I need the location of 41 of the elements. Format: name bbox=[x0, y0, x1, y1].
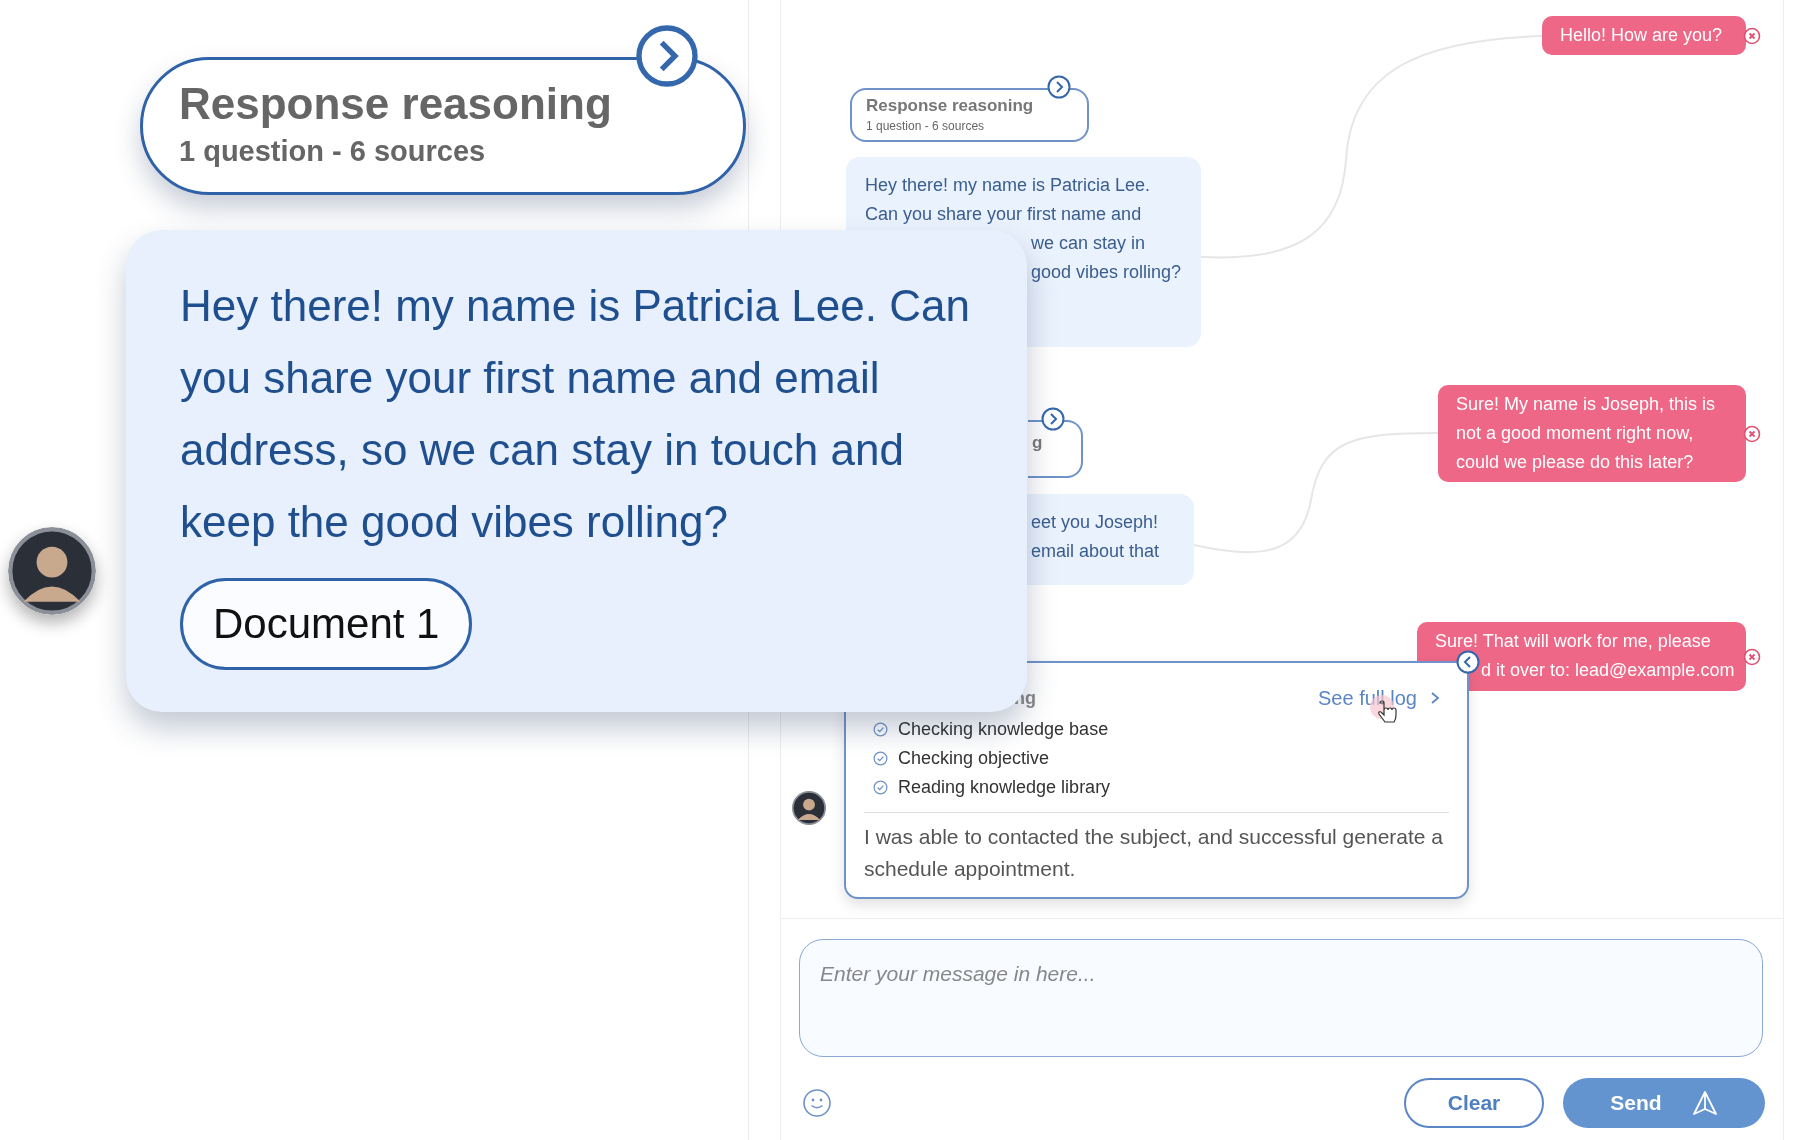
close-icon[interactable] bbox=[1743, 647, 1761, 666]
step-label: Reading knowledge library bbox=[898, 777, 1111, 798]
chevron-right-icon[interactable] bbox=[635, 24, 699, 88]
message-text: not a good moment right now, bbox=[1456, 422, 1694, 445]
log-summary: I was able to contacted the subject, and successful generate a schedule appointment. bbox=[864, 824, 1445, 882]
close-icon[interactable] bbox=[1743, 26, 1761, 45]
see-full-log-link[interactable]: See full log bbox=[1318, 686, 1441, 710]
document-button[interactable]: Document 1 bbox=[180, 578, 473, 670]
step-label: Checking objective bbox=[898, 748, 1050, 769]
chevron-left-icon[interactable] bbox=[1456, 650, 1480, 674]
reasoning-card-zoomed[interactable]: Response reasoning 1 question - 6 sources bbox=[140, 57, 746, 195]
chevron-right-icon[interactable] bbox=[1047, 75, 1071, 99]
message-text: Sure! My name is Joseph, this is bbox=[1456, 393, 1716, 416]
clear-button[interactable]: Clear bbox=[1404, 1078, 1544, 1128]
reasoning-card[interactable]: g bbox=[1028, 420, 1083, 478]
reasoning-subtitle: 1 question - 6 sources bbox=[866, 119, 985, 133]
close-icon[interactable] bbox=[1743, 424, 1761, 443]
send-button[interactable]: Send bbox=[1563, 1078, 1765, 1128]
message-text: eet you Joseph! bbox=[1031, 511, 1159, 534]
message-text: Hey there! my name is Patricia Lee. Can you share your first name and email address, so we can stay in touch and keep the good vibes rolling? bbox=[180, 280, 970, 548]
message-text: Sure! That will work for me, please bbox=[1435, 630, 1711, 653]
message-text: Can you share your first name and bbox=[865, 203, 1142, 226]
reasoning-title: Response reasoning bbox=[179, 78, 612, 130]
chevron-right-icon bbox=[1429, 691, 1441, 705]
message-text: we can stay in bbox=[1031, 232, 1146, 255]
message-text: email about that bbox=[1031, 540, 1160, 563]
message-text: Hey there! my name is Patricia Lee. bbox=[865, 174, 1151, 197]
smiley-icon[interactable] bbox=[802, 1088, 832, 1118]
message-text: d it over to: lead@example.com bbox=[1481, 659, 1735, 682]
avatar bbox=[792, 791, 826, 825]
message-text: Hello! How are you? bbox=[1560, 24, 1723, 47]
reasoning-card[interactable]: Response reasoning 1 question - 6 sources bbox=[850, 88, 1089, 142]
send-icon bbox=[1691, 1090, 1718, 1116]
reasoning-subtitle: 1 question - 6 sources bbox=[179, 134, 486, 169]
step-label: Checking knowledge base bbox=[898, 719, 1109, 740]
message-input[interactable]: Enter your message in here... bbox=[799, 939, 1763, 1057]
chevron-right-icon[interactable] bbox=[1041, 407, 1065, 431]
message-text: good vibes rolling? bbox=[1031, 261, 1182, 284]
reasoning-title: Response reasoning bbox=[866, 96, 1034, 116]
message-text: could we please do this later? bbox=[1456, 451, 1694, 474]
reasoning-title: g bbox=[1032, 433, 1043, 453]
